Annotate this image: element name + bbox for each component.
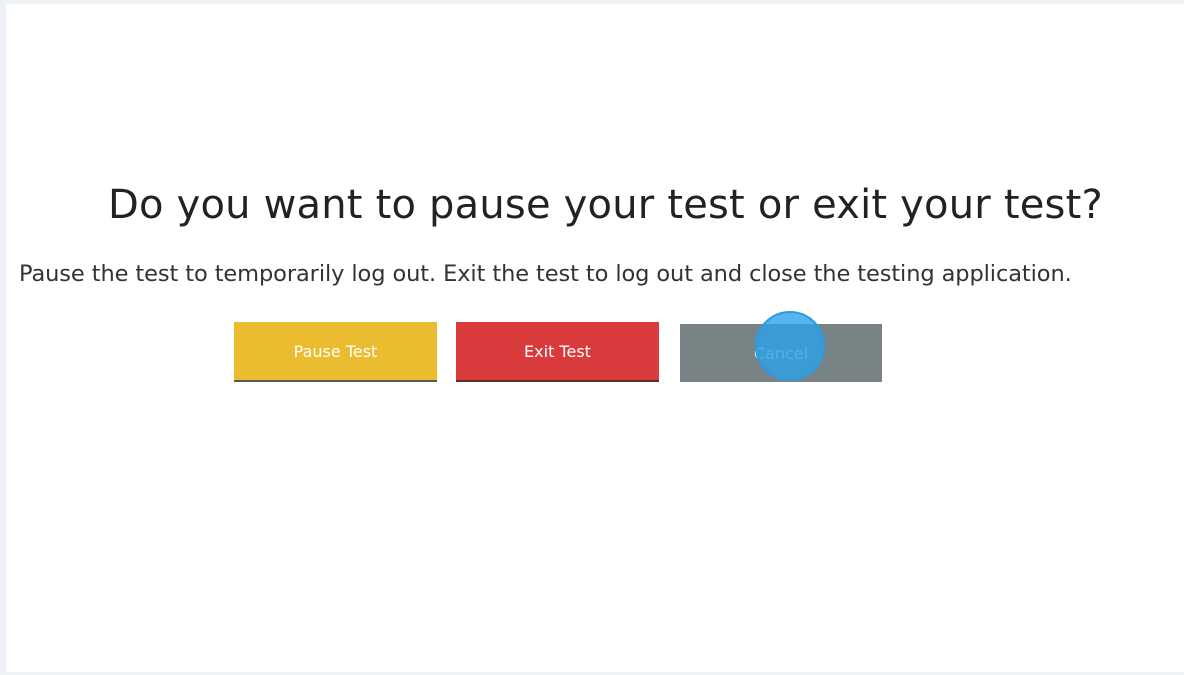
dialog-description: Pause the test to temporarily log out. E… — [19, 261, 1072, 287]
dialog-heading: Do you want to pause your test or exit y… — [108, 182, 1103, 228]
main-panel: Do you want to pause your test or exit y… — [6, 4, 1184, 672]
pause-test-button[interactable]: Pause Test — [234, 322, 437, 380]
pause-exit-dialog: Do you want to pause your test or exit y… — [6, 4, 1184, 672]
cancel-button[interactable]: Cancel — [680, 324, 882, 382]
exit-test-button[interactable]: Exit Test — [456, 322, 659, 380]
